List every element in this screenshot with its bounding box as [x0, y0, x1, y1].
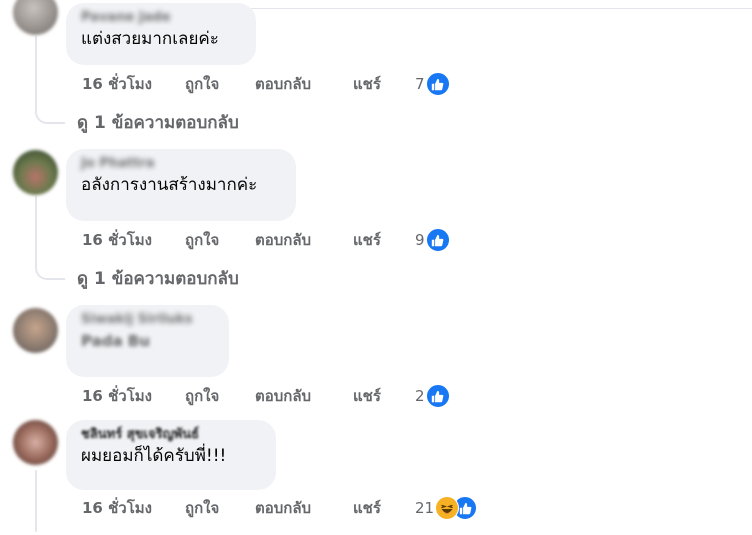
comment-author[interactable]: Pavane Jade: [81, 9, 242, 27]
reaction-count[interactable]: 9: [415, 231, 425, 249]
reaction-count[interactable]: 7: [415, 75, 425, 93]
comment-bubble: Siwakij Siriluks Pada Bu: [66, 305, 229, 377]
comment-text: แต่งสวยมากเลยค่ะ: [81, 29, 219, 49]
comment-timestamp[interactable]: 16 ชั่วโมง: [82, 72, 185, 96]
view-replies-link[interactable]: ดู 1 ข้อความตอบกลับ: [77, 266, 239, 290]
haha-reaction-icon[interactable]: [435, 496, 460, 520]
comment-text: อลังการงานสร้างมากค่ะ: [81, 175, 258, 195]
like-reaction-icon[interactable]: [425, 384, 450, 408]
comment-actions: 16 ชั่วโมง ถูกใจ ตอบกลับ แชร์ 2: [82, 384, 450, 408]
thread-line: [35, 470, 37, 532]
comment-actions: 16 ชั่วโมง ถูกใจ ตอบกลับ แชร์ 7: [82, 72, 450, 96]
avatar[interactable]: [13, 420, 58, 465]
view-replies-link[interactable]: ดู 1 ข้อความตอบกลับ: [77, 110, 239, 134]
like-reaction-icon[interactable]: [425, 228, 450, 252]
comment-actions: 16 ชั่วโมง ถูกใจ ตอบกลับ แชร์ 9: [82, 228, 450, 252]
share-button[interactable]: แชร์: [353, 496, 415, 520]
comment-author[interactable]: ชลินทร์ สุขเจริญพันธ์: [81, 426, 262, 444]
reaction-count[interactable]: 21: [415, 499, 434, 517]
reaction-stack[interactable]: [435, 496, 478, 520]
like-button[interactable]: ถูกใจ: [185, 384, 255, 408]
comment-text: ผมยอมก็ได้ครับพี่!!!: [81, 446, 227, 466]
avatar[interactable]: [13, 150, 58, 195]
like-button[interactable]: ถูกใจ: [185, 228, 255, 252]
top-divider: [210, 8, 752, 9]
comment-timestamp[interactable]: 16 ชั่วโมง: [82, 228, 185, 252]
thread-curve: [35, 104, 65, 124]
avatar[interactable]: [13, 308, 58, 353]
share-button[interactable]: แชร์: [353, 72, 415, 96]
thread-line: [35, 196, 37, 262]
comment-timestamp[interactable]: 16 ชั่วโมง: [82, 384, 185, 408]
comment-text: Pada Bu: [81, 332, 150, 350]
thread-curve: [35, 260, 65, 280]
reply-button[interactable]: ตอบกลับ: [255, 496, 353, 520]
thread-line: [35, 36, 37, 106]
like-button[interactable]: ถูกใจ: [185, 72, 255, 96]
comment-bubble: Jo Phattra อลังการงานสร้างมากค่ะ: [66, 149, 296, 221]
comment-bubble: ชลินทร์ สุขเจริญพันธ์ ผมยอมก็ได้ครับพี่!…: [66, 420, 276, 490]
reply-button[interactable]: ตอบกลับ: [255, 384, 353, 408]
comment-author[interactable]: Jo Phattra: [81, 155, 282, 173]
comment-author[interactable]: Siwakij Siriluks: [81, 311, 215, 329]
share-button[interactable]: แชร์: [353, 384, 415, 408]
avatar[interactable]: [13, 0, 58, 35]
reply-button[interactable]: ตอบกลับ: [255, 228, 353, 252]
comment-timestamp[interactable]: 16 ชั่วโมง: [82, 496, 185, 520]
reaction-count[interactable]: 2: [415, 387, 425, 405]
comment-bubble: Pavane Jade แต่งสวยมากเลยค่ะ: [66, 3, 256, 65]
like-reaction-icon[interactable]: [425, 72, 450, 96]
reply-button[interactable]: ตอบกลับ: [255, 72, 353, 96]
share-button[interactable]: แชร์: [353, 228, 415, 252]
comment-actions: 16 ชั่วโมง ถูกใจ ตอบกลับ แชร์ 21: [82, 496, 478, 520]
like-button[interactable]: ถูกใจ: [185, 496, 255, 520]
